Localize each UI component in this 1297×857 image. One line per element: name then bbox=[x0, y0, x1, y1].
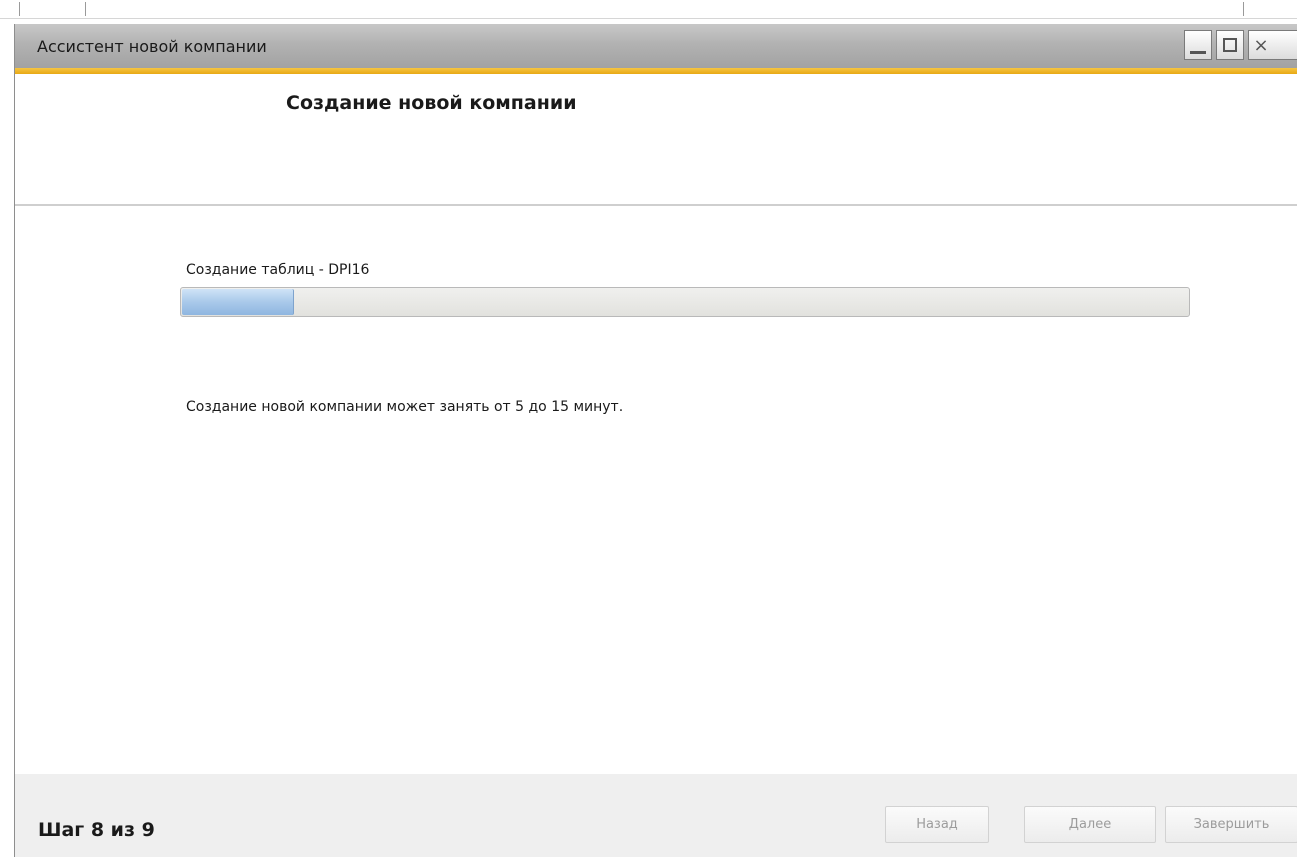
wizard-header: Создание новой компании bbox=[15, 74, 1297, 206]
maximize-button[interactable] bbox=[1216, 30, 1244, 60]
duration-note: Создание новой компании может занять от … bbox=[186, 399, 624, 415]
column-divider bbox=[1243, 2, 1244, 16]
finish-button[interactable]: Завершить bbox=[1165, 806, 1297, 843]
background-window-strip bbox=[0, 0, 1297, 19]
close-button[interactable]: × bbox=[1248, 30, 1297, 60]
title-bar[interactable]: Ассистент новой компании × bbox=[15, 24, 1297, 68]
maximize-icon bbox=[1223, 38, 1237, 52]
back-button[interactable]: Назад bbox=[885, 806, 989, 843]
progress-bar bbox=[180, 287, 1190, 317]
close-icon: × bbox=[1253, 34, 1269, 56]
wizard-footer: Шаг 8 из 9 Назад Далее Завершить bbox=[15, 774, 1297, 857]
minimize-icon bbox=[1190, 50, 1206, 54]
window-title: Ассистент новой компании bbox=[37, 37, 267, 56]
wizard-window: Ассистент новой компании × Создание ново… bbox=[14, 24, 1297, 857]
progress-bar-fill bbox=[182, 289, 294, 315]
minimize-button[interactable] bbox=[1184, 30, 1212, 60]
step-indicator: Шаг 8 из 9 bbox=[38, 819, 155, 841]
progress-status-label: Создание таблиц - DPI16 bbox=[186, 262, 370, 278]
page-title: Создание новой компании bbox=[286, 92, 577, 114]
column-divider bbox=[19, 2, 20, 16]
next-button[interactable]: Далее bbox=[1024, 806, 1156, 843]
column-divider bbox=[85, 2, 86, 16]
wizard-content: Создание таблиц - DPI16 Создание новой к… bbox=[15, 207, 1297, 774]
